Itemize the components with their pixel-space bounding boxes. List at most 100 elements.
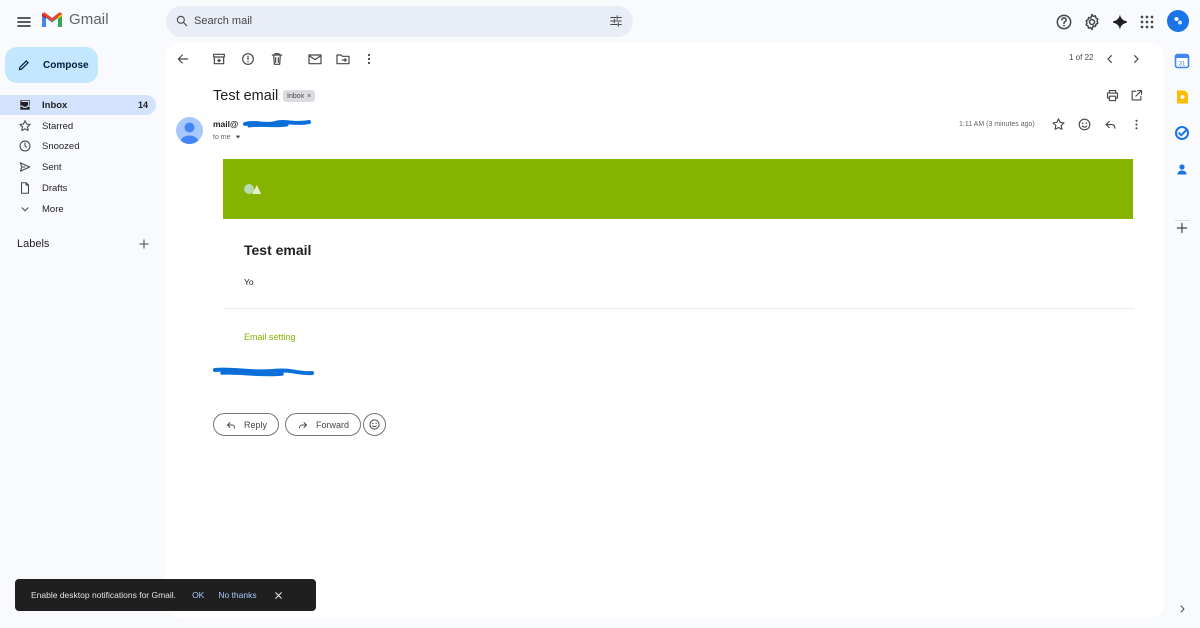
compose-button[interactable]: Compose: [5, 47, 98, 83]
search-options-icon[interactable]: [609, 14, 623, 28]
mail-icon: [308, 54, 322, 65]
move-to-button[interactable]: [335, 51, 351, 67]
apps-grid-icon: [1140, 15, 1154, 29]
email-setting-link[interactable]: Email setting: [244, 332, 296, 342]
archive-icon: [213, 53, 225, 65]
snackbar-close-button[interactable]: [273, 590, 284, 601]
emoji-icon: [1078, 118, 1091, 131]
main-menu-button[interactable]: [12, 10, 36, 34]
forward-label: Forward: [316, 419, 350, 430]
app-name: Gmail: [69, 11, 109, 28]
snackbar-message: Enable desktop notifications for Gmail.: [31, 590, 177, 600]
snackbar-no-thanks-button[interactable]: No thanks: [218, 590, 256, 600]
nav-item-inbox[interactable]: Inbox 14: [0, 95, 156, 115]
archive-button[interactable]: [211, 51, 227, 67]
support-button[interactable]: [1054, 12, 1074, 32]
forward-icon: [299, 421, 307, 428]
account-icon: [1174, 17, 1182, 25]
get-addons-button[interactable]: [1174, 220, 1190, 236]
sparkle-icon: [1113, 14, 1127, 30]
gear-icon: [1085, 13, 1099, 31]
search-icon[interactable]: [175, 14, 189, 28]
send-icon: [19, 162, 31, 172]
hamburger-icon: [17, 17, 31, 27]
nav-item-starred[interactable]: Starred: [0, 116, 156, 136]
caret-down-icon: [235, 135, 240, 139]
settings-button[interactable]: [1082, 12, 1102, 32]
chip-label: Inbox: [287, 92, 305, 100]
chevron-right-icon: [1134, 55, 1139, 63]
nav-label: Sent: [42, 161, 62, 173]
pagination-text: 1 of 22: [1069, 53, 1094, 62]
redaction-scribble: [243, 120, 311, 128]
label-chip-inbox[interactable]: Inbox ×: [283, 90, 316, 102]
close-icon: [274, 591, 282, 599]
notification-snackbar: Enable desktop notifications for Gmail. …: [15, 579, 316, 611]
print-all-button[interactable]: [1105, 88, 1120, 103]
message-panel: [166, 43, 1164, 618]
sender-email[interactable]: mail@: [213, 119, 238, 129]
emoji-reaction-button[interactable]: [363, 413, 386, 436]
tasks-app-button[interactable]: [1174, 125, 1190, 141]
star-outline-icon: [1052, 118, 1065, 130]
open-in-new-icon: [1131, 89, 1143, 101]
reply-button[interactable]: Reply: [213, 413, 280, 436]
mark-unread-button[interactable]: [307, 51, 323, 67]
body-divider: [224, 308, 1134, 309]
newer-button[interactable]: [1102, 51, 1118, 67]
nav-label: Starred: [42, 120, 74, 132]
nav-item-snoozed[interactable]: Snoozed: [0, 136, 156, 156]
chevron-right-icon: [1180, 605, 1185, 613]
sender-avatar[interactable]: [176, 117, 203, 144]
remove-label-icon[interactable]: ×: [307, 93, 311, 100]
email-timestamp: 1:11 AM (3 minutes ago): [959, 121, 1035, 128]
spam-icon: [242, 53, 254, 65]
nav-label: More: [42, 203, 64, 215]
more-vert-icon: [1135, 119, 1138, 130]
contacts-app-button[interactable]: [1174, 161, 1190, 177]
svg-text:31: 31: [1179, 62, 1186, 68]
search-placeholder[interactable]: Search mail: [194, 15, 252, 27]
more-options-button[interactable]: [361, 51, 377, 67]
folder-move-icon: [336, 54, 350, 65]
calendar-icon: 31: [1174, 53, 1190, 69]
nav-label: Inbox: [42, 99, 68, 111]
message-more-button[interactable]: [1129, 117, 1144, 132]
account-avatar[interactable]: [1167, 10, 1189, 32]
person-icon: [180, 122, 199, 144]
calendar-app-button[interactable]: 31: [1174, 53, 1190, 69]
keep-icon: [1177, 90, 1188, 104]
search-bar[interactable]: Search mail: [166, 6, 633, 37]
keep-app-button[interactable]: [1174, 89, 1190, 105]
star-button[interactable]: [1051, 117, 1066, 132]
report-spam-button[interactable]: [240, 51, 256, 67]
labels-heading: Labels: [17, 238, 50, 250]
more-vert-icon: [367, 53, 371, 65]
gmail-m-icon: [42, 12, 62, 27]
nav-item-sent[interactable]: Sent: [0, 157, 156, 177]
brand-logo-icon: [244, 184, 261, 194]
open-new-window-button[interactable]: [1129, 88, 1144, 103]
back-button[interactable]: [175, 51, 191, 67]
reply-icon-button[interactable]: [1103, 117, 1118, 132]
help-icon: [1056, 14, 1072, 30]
reply-icon: [227, 421, 235, 428]
gemini-button[interactable]: [1110, 12, 1130, 32]
compose-label: Compose: [43, 59, 89, 71]
unread-count: 14: [137, 100, 148, 110]
nav-item-more[interactable]: More: [0, 199, 156, 219]
create-label-button[interactable]: [137, 237, 151, 251]
recipients-toggle[interactable]: to me: [213, 133, 242, 141]
apps-button[interactable]: [1137, 12, 1157, 32]
forward-button[interactable]: Forward: [285, 413, 362, 436]
snackbar-ok-button[interactable]: OK: [192, 590, 204, 600]
nav-item-drafts[interactable]: Drafts: [0, 178, 156, 198]
gmail-logo[interactable]: Gmail: [41, 11, 109, 28]
show-side-panel-button[interactable]: [1176, 603, 1188, 615]
nav-label: Snoozed: [42, 140, 80, 152]
delete-button[interactable]: [269, 51, 285, 67]
email-banner: [223, 159, 1133, 219]
older-button[interactable]: [1128, 51, 1144, 67]
add-reaction-button[interactable]: [1077, 117, 1092, 132]
clock-icon: [19, 140, 31, 152]
